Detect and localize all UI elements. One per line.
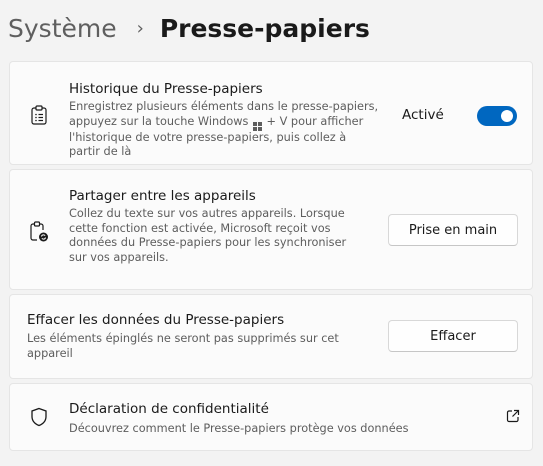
external-link-icon[interactable] bbox=[503, 406, 523, 426]
breadcrumb-separator: › bbox=[136, 17, 144, 39]
windows-key-icon bbox=[252, 121, 262, 131]
get-started-button[interactable]: Prise en main bbox=[388, 214, 518, 246]
clipboard-history-card: Historique du Presse-papiers Enregistrez… bbox=[9, 61, 533, 165]
clipboard-history-description: Enregistrez plusieurs éléments dans le p… bbox=[69, 100, 379, 159]
clear-clipboard-title: Effacer les données du Presse-papiers bbox=[27, 312, 285, 328]
page-title: Presse-papiers bbox=[159, 13, 370, 43]
privacy-statement-card[interactable]: Déclaration de confidentialité Découvrez… bbox=[9, 383, 533, 451]
share-across-devices-description: Collez du texte sur vos autres appareils… bbox=[69, 207, 347, 264]
privacy-statement-title: Déclaration de confidentialité bbox=[69, 401, 269, 417]
toggle-knob bbox=[501, 110, 513, 122]
clipboard-history-title: Historique du Presse-papiers bbox=[69, 81, 263, 97]
clipboard-list-icon bbox=[28, 104, 50, 126]
clear-button[interactable]: Effacer bbox=[388, 320, 518, 352]
clipboard-history-toggle-label: Activé bbox=[402, 107, 444, 123]
breadcrumb-parent-system[interactable]: Système bbox=[8, 14, 117, 43]
share-across-devices-title: Partager entre les appareils bbox=[69, 188, 256, 204]
clear-clipboard-description: Les éléments épinglés ne seront pas supp… bbox=[27, 332, 339, 360]
privacy-statement-description: Découvrez comment le Presse-papiers prot… bbox=[69, 422, 409, 435]
shield-icon bbox=[28, 406, 50, 428]
clear-clipboard-card: Effacer les données du Presse-papiers Le… bbox=[9, 294, 533, 379]
clipboard-sync-icon bbox=[28, 221, 50, 243]
share-across-devices-card: Partager entre les appareils Collez du t… bbox=[9, 169, 533, 290]
clipboard-history-toggle[interactable] bbox=[477, 106, 517, 126]
breadcrumb: Système › Presse-papiers bbox=[8, 8, 370, 48]
